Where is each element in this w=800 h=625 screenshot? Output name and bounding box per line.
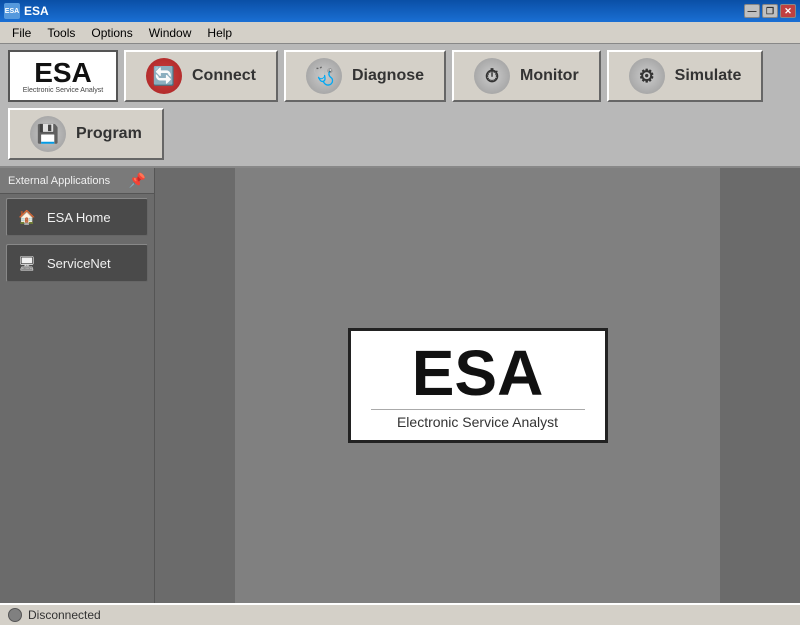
esa-logo-text: ESA [34,59,92,87]
esa-center-logo-text: ESA [371,341,585,405]
content-right-panel [720,168,800,603]
connect-label: Connect [192,67,256,85]
connect-icon: 🔄 [146,58,182,94]
simulate-icon: ⚙ [629,58,665,94]
menu-options[interactable]: Options [83,24,140,42]
monitor-button[interactable]: ⏱ Monitor [452,50,601,102]
esa-center-logo: ESA Electronic Service Analyst [348,328,608,443]
titlebar-left: ESA ESA [4,3,49,19]
menu-file[interactable]: File [4,24,39,42]
app-icon: ESA [4,3,20,19]
sidebar-item-servicenet-label: ServiceNet [47,256,111,271]
sidebar-item-esa-home-label: ESA Home [47,210,111,225]
content-left-panel [155,168,235,603]
simulate-button[interactable]: ⚙ Simulate [607,50,764,102]
sidebar-title: External Applications [8,175,110,187]
menu-bar: File Tools Options Window Help [0,22,800,44]
diagnose-icon: 🩺 [306,58,342,94]
status-indicator-icon [8,608,22,622]
monitor-icon: ⏱ [474,58,510,94]
close-button[interactable]: ✕ [780,4,796,18]
esa-center-tagline: Electronic Service Analyst [371,409,585,430]
connect-button[interactable]: 🔄 Connect [124,50,278,102]
main-toolbar: ESA Electronic Service Analyst 🔄 Connect… [0,44,800,168]
content-area: ESA Electronic Service Analyst [155,168,800,603]
sidebar-item-esa-home[interactable]: 🏠 ESA Home [6,198,148,236]
title-bar: ESA ESA — ❐ ✕ [0,0,800,22]
content-inner: ESA Electronic Service Analyst [155,168,800,603]
diagnose-button[interactable]: 🩺 Diagnose [284,50,446,102]
restore-button[interactable]: ❐ [762,4,778,18]
minimize-button[interactable]: — [744,4,760,18]
sidebar: External Applications 📌 🏠 ESA Home 🖥 Ser… [0,168,155,603]
monitor-label: Monitor [520,67,579,85]
menu-tools[interactable]: Tools [39,24,83,42]
esa-logo-subtitle: Electronic Service Analyst [23,87,104,94]
sidebar-pin-icon[interactable]: 📌 [129,172,146,189]
sidebar-header: External Applications 📌 [0,168,154,194]
simulate-label: Simulate [675,67,742,85]
program-icon: 💾 [30,116,66,152]
window-title: ESA [24,4,49,18]
status-bar: Disconnected [0,603,800,625]
menu-help[interactable]: Help [199,24,240,42]
diagnose-label: Diagnose [352,67,424,85]
status-text: Disconnected [28,608,101,622]
program-label: Program [76,125,142,143]
servicenet-icon: 🖥 [17,253,37,273]
home-icon: 🏠 [17,207,37,227]
esa-header-logo: ESA Electronic Service Analyst [8,50,118,102]
main-layout: External Applications 📌 🏠 ESA Home 🖥 Ser… [0,168,800,603]
content-center-panel: ESA Electronic Service Analyst [235,168,720,603]
sidebar-item-servicenet[interactable]: 🖥 ServiceNet [6,244,148,282]
menu-window[interactable]: Window [141,24,200,42]
program-button[interactable]: 💾 Program [8,108,164,160]
window-controls: — ❐ ✕ [744,4,796,18]
